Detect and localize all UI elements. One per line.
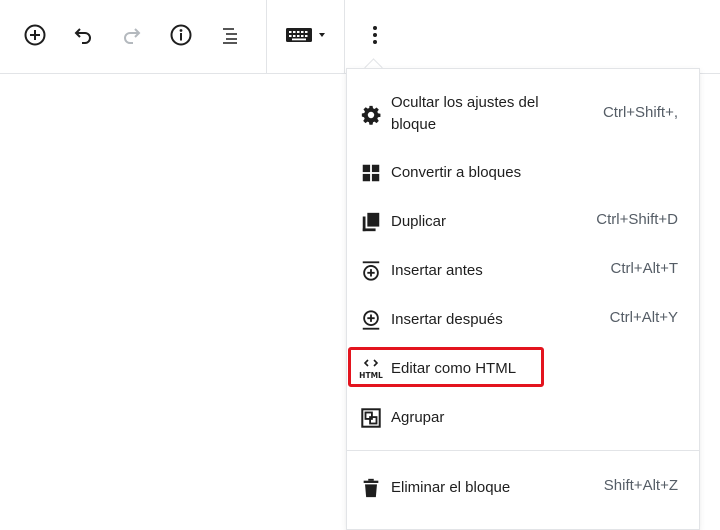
info-button[interactable]: [164, 18, 198, 52]
block-navigation-icon: [218, 23, 242, 47]
keyboard-icon: [284, 23, 328, 47]
add-block-icon: [23, 23, 47, 47]
duplicate-icon: [359, 210, 383, 234]
menu-item-label: Insertar antes: [391, 262, 483, 279]
undo-icon: [71, 23, 95, 47]
menu-item-convert-to-blocks[interactable]: Convertir a bloques: [347, 161, 699, 185]
menu-item-label: Eliminar el bloque: [391, 479, 511, 496]
insert-after-icon: [359, 308, 383, 332]
menu-item-label: Agrupar: [391, 409, 445, 426]
menu-divider: [347, 450, 699, 451]
insert-before-icon: [359, 259, 383, 283]
trash-icon: [359, 476, 383, 500]
block-navigation-button[interactable]: [213, 18, 247, 52]
menu-item-shortcut: Ctrl+Alt+T: [610, 260, 678, 277]
block-options-menu: Ocultar los ajustes del bloque Ctrl+Shift…: [346, 68, 700, 530]
menu-item-insert-after[interactable]: Insertar después Ctrl+Alt+Y: [347, 308, 699, 332]
menu-item-label: Convertir a bloques: [391, 164, 522, 181]
menu-item-shortcut: Ctrl+Shift+D: [596, 211, 678, 228]
redo-button[interactable]: [115, 18, 149, 52]
more-options-icon: [363, 23, 387, 47]
annotation-highlight-box: [348, 347, 544, 387]
info-icon: [169, 23, 193, 47]
menu-item-label: Ocultar los ajustes del bloque: [391, 94, 539, 133]
add-block-button[interactable]: [18, 18, 52, 52]
menu-item-shortcut: Ctrl+Alt+Y: [609, 309, 678, 326]
menu-item-label: Duplicar: [391, 213, 447, 230]
group-icon: [359, 406, 383, 430]
undo-button[interactable]: [66, 18, 100, 52]
menu-item-shortcut: Ctrl+Shift+,: [602, 104, 678, 121]
menu-item-insert-before[interactable]: Insertar antes Ctrl+Alt+T: [347, 259, 699, 283]
menu-item-duplicate[interactable]: Duplicar Ctrl+Shift+D: [347, 210, 699, 234]
gear-icon: [359, 103, 383, 127]
grid-icon: [359, 161, 383, 185]
menu-item-remove-block[interactable]: Eliminar el bloque Shift+Alt+Z: [347, 476, 699, 500]
menu-item-label: Insertar después: [391, 311, 503, 328]
menu-item-shortcut: Shift+Alt+Z: [603, 477, 678, 494]
editor-toolbar: [0, 0, 720, 74]
more-options-button[interactable]: [358, 18, 392, 52]
menu-item-hide-settings[interactable]: Ocultar los ajustes del bloque Ctrl+Shift…: [347, 89, 699, 139]
menu-item-group[interactable]: Agrupar: [347, 406, 699, 430]
toolbar-separator: [344, 0, 345, 73]
keyboard-mode-button[interactable]: [282, 18, 330, 52]
toolbar-separator: [266, 0, 267, 73]
redo-icon: [120, 23, 144, 47]
